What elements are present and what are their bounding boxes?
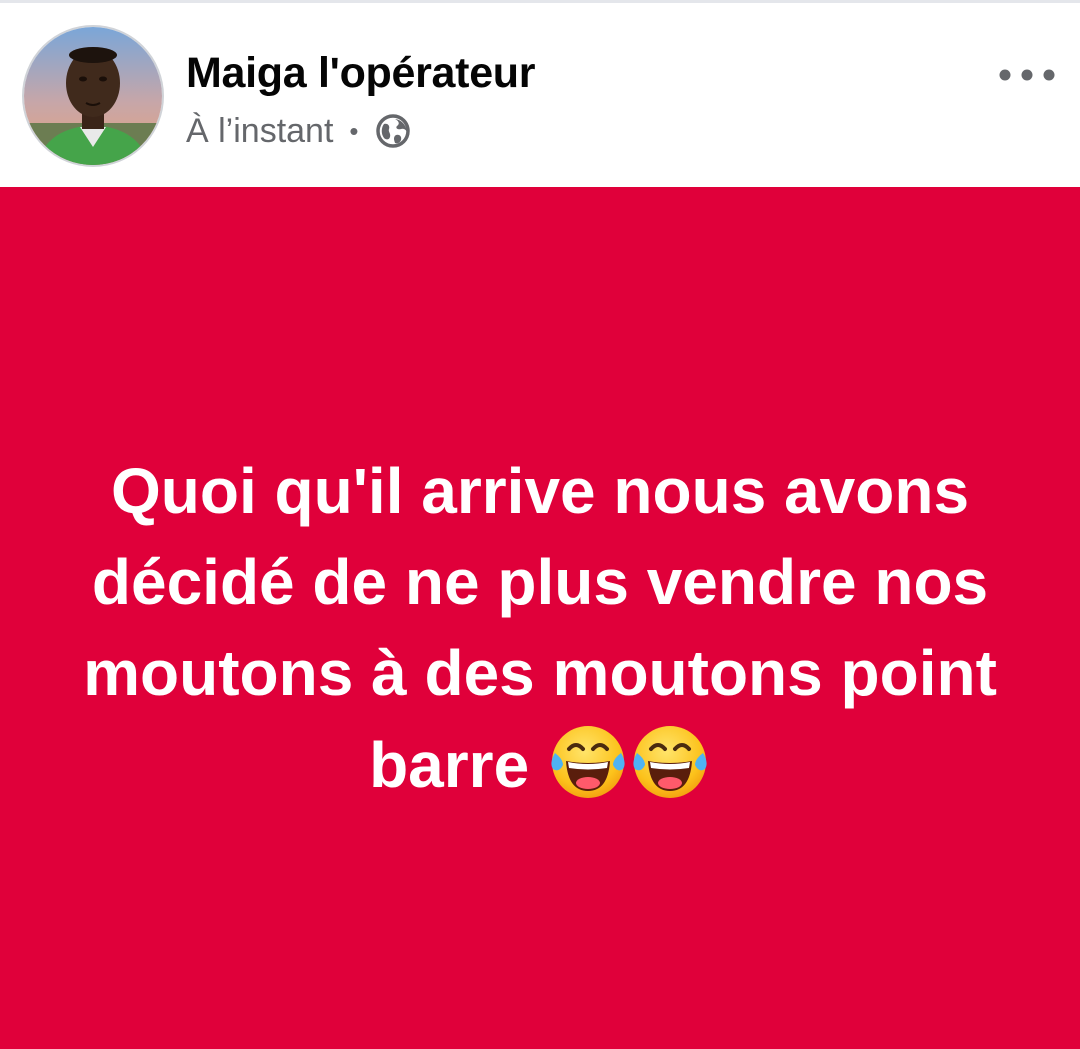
post-header: Maiga l'opérateur À l’instant • xyxy=(0,3,1080,187)
meta-separator: • xyxy=(349,115,359,146)
avatar[interactable] xyxy=(22,25,164,167)
post-timestamp[interactable]: À l’instant xyxy=(186,112,333,151)
post-meta: À l’instant • xyxy=(186,109,411,153)
post-text-content: Quoi qu'il arrive nous avons décidé de n… xyxy=(83,454,997,801)
more-options-button[interactable] xyxy=(994,53,1060,97)
post-text: Quoi qu'il arrive nous avons décidé de n… xyxy=(40,446,1040,811)
face-with-tears-of-joy-icon xyxy=(629,719,711,801)
author-name[interactable]: Maiga l'opérateur xyxy=(186,49,536,98)
globe-icon[interactable] xyxy=(375,113,411,149)
post-text-background: Quoi qu'il arrive nous avons décidé de n… xyxy=(0,187,1080,1049)
face-with-tears-of-joy-icon xyxy=(547,719,629,801)
more-options-icon xyxy=(999,69,1055,81)
